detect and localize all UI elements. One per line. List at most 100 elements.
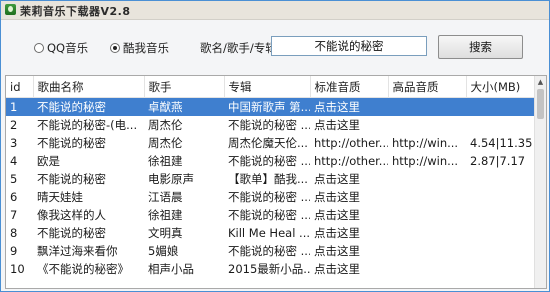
cell-album: 2015最新小品... <box>228 262 310 276</box>
cell-high-quality <box>388 188 466 206</box>
table-row[interactable]: 8 不能说的秘密 文明真 Kill Me Heal ... 点击这里 <box>6 224 534 242</box>
title-bar: 茉莉音乐下载器V2.8 <box>1 1 549 20</box>
search-input[interactable] <box>271 36 427 56</box>
column-header-size[interactable]: 大小(MB) <box>466 76 535 98</box>
app-logo-icon <box>5 4 16 15</box>
cell-id: 2 <box>10 118 18 132</box>
table-row[interactable]: 10 《不能说的秘密》 相声小品 2015最新小品... 点击这里 <box>6 260 534 278</box>
cell-album: Kill Me Heal ... <box>228 226 310 240</box>
app-window: 茉莉音乐下载器V2.8 QQ音乐 酷我音乐 歌名/歌手/专辑: 搜索 id 歌曲… <box>0 0 550 292</box>
cell-size <box>466 224 534 242</box>
scrollbar-thumb[interactable] <box>537 89 544 119</box>
cell-id: 7 <box>10 208 18 222</box>
column-header-album[interactable]: 专辑 <box>224 76 311 98</box>
search-label: 歌名/歌手/专辑: <box>200 41 281 55</box>
cell-id: 5 <box>10 172 18 186</box>
column-header-id[interactable]: id <box>6 76 34 98</box>
cell-album: 不能说的秘密 ... <box>228 190 310 204</box>
column-header-song[interactable]: 歌曲名称 <box>33 76 145 98</box>
cell-album: 不能说的秘密 ... <box>228 244 310 258</box>
cell-album: 不能说的秘密 ... <box>228 208 310 222</box>
radio-circle-icon <box>34 43 44 53</box>
cell-song: 不能说的秘密-(电... <box>37 118 138 132</box>
column-header-artist[interactable]: 歌手 <box>144 76 225 98</box>
cell-size <box>466 206 534 224</box>
cell-song: 不能说的秘密 <box>37 226 106 240</box>
cell-size <box>466 188 534 206</box>
window-title: 茉莉音乐下载器V2.8 <box>20 5 131 18</box>
cell-song: 《不能说的秘密》 <box>37 262 129 276</box>
search-bar: QQ音乐 酷我音乐 歌名/歌手/专辑: 搜索 <box>1 20 549 72</box>
search-button[interactable]: 搜索 <box>438 35 523 59</box>
cell-high-quality <box>388 116 466 134</box>
cell-high-quality <box>388 224 466 242</box>
cell-song: 欧是 <box>37 154 60 168</box>
cell-standard-quality: http://other... <box>314 154 388 168</box>
cell-standard-quality: 点击这里 <box>310 97 388 116</box>
cell-standard-quality: 点击这里 <box>314 262 360 276</box>
cell-size <box>466 260 534 278</box>
cell-artist: 相声小品 <box>148 262 194 276</box>
table-row[interactable]: 1 不能说的秘密 卓猷燕 中国新歌声 第... 点击这里 <box>6 97 534 116</box>
column-header-high-quality[interactable]: 高品音质 <box>388 76 467 98</box>
cell-album: 不能说的秘密 ... <box>228 118 310 132</box>
cell-album: 周杰伦魔天伦... <box>228 136 308 150</box>
cell-album: 中国新歌声 第... <box>224 97 310 116</box>
cell-id: 6 <box>10 190 18 204</box>
cell-size <box>466 97 534 116</box>
table-row[interactable]: 2 不能说的秘密-(电... 周杰伦 不能说的秘密 ... 点击这里 <box>6 116 534 134</box>
table-row[interactable]: 4 欧是 徐祖建 不能说的秘密 ... http://other... http://wi… <box>6 152 534 170</box>
cell-id: 9 <box>10 244 18 258</box>
cell-size <box>466 242 534 260</box>
radio-kuwo-music[interactable]: 酷我音乐 <box>110 40 169 56</box>
radio-label: QQ音乐 <box>47 41 89 55</box>
cell-artist: 卓猷燕 <box>144 97 224 116</box>
cell-artist: 徐祖建 <box>148 208 183 222</box>
cell-high-quality <box>388 242 466 260</box>
cell-artist: 江语晨 <box>148 190 183 204</box>
cell-standard-quality: 点击这里 <box>314 226 360 240</box>
cell-song: 飘洋过海来看你 <box>37 244 118 258</box>
cell-id: 8 <box>10 226 18 240</box>
cell-size: 2.87|7.17 <box>470 154 526 168</box>
cell-high-quality <box>388 206 466 224</box>
cell-artist: 周杰伦 <box>148 136 183 150</box>
cell-album: 不能说的秘密 ... <box>228 154 310 168</box>
cell-standard-quality: 点击这里 <box>314 190 360 204</box>
cell-song: 不能说的秘密 <box>37 136 106 150</box>
cell-artist: 周杰伦 <box>148 118 183 132</box>
radio-qq-music[interactable]: QQ音乐 <box>34 40 88 56</box>
cell-high-quality <box>388 97 466 116</box>
cell-id: 4 <box>10 154 18 168</box>
cell-id: 3 <box>10 136 18 150</box>
cell-artist: 5媚娘 <box>148 244 179 258</box>
cell-song: 晴天娃娃 <box>37 190 83 204</box>
cell-high-quality: http://win... <box>392 136 459 150</box>
cell-standard-quality: 点击这里 <box>314 172 360 186</box>
cell-id: 1 <box>6 97 33 116</box>
cell-id: 10 <box>10 262 25 276</box>
cell-artist: 电影原声 <box>148 172 194 186</box>
cell-size <box>466 116 534 134</box>
column-header-standard-quality[interactable]: 标准音质 <box>310 76 389 98</box>
cell-high-quality: http://win... <box>392 154 459 168</box>
table-row[interactable]: 6 晴天娃娃 江语晨 不能说的秘密 ... 点击这里 <box>6 188 534 206</box>
table-row[interactable]: 5 不能说的秘密 电影原声 【歌单】酷我... 点击这里 <box>6 170 534 188</box>
radio-selected-icon <box>110 43 120 53</box>
table-row[interactable]: 9 飘洋过海来看你 5媚娘 不能说的秘密 ... 点击这里 <box>6 242 534 260</box>
cell-standard-quality: 点击这里 <box>314 244 360 258</box>
cell-size: 4.54|11.35 <box>470 136 533 150</box>
cell-size <box>466 170 534 188</box>
cell-artist: 文明真 <box>148 226 183 240</box>
cell-high-quality <box>388 260 466 278</box>
scroll-up-arrow-icon[interactable]: ▲ <box>535 76 546 88</box>
vertical-scrollbar[interactable]: ▲ <box>534 76 546 288</box>
table-row[interactable]: 7 像我这样的人 徐祖建 不能说的秘密 ... 点击这里 <box>6 206 534 224</box>
results-table: id 歌曲名称 歌手 专辑 标准音质 高品音质 大小(MB) 1 不能说的秘密 卓猷… <box>5 75 547 289</box>
table-row[interactable]: 3 不能说的秘密 周杰伦 周杰伦魔天伦... http://other... http:/… <box>6 134 534 152</box>
cell-standard-quality: http://other... <box>314 136 388 150</box>
cell-artist: 徐祖建 <box>148 154 183 168</box>
results-grid: id 歌曲名称 歌手 专辑 标准音质 高品音质 大小(MB) 1 不能说的秘密 卓猷… <box>6 76 535 278</box>
radio-label: 酷我音乐 <box>123 41 169 55</box>
cell-standard-quality: 点击这里 <box>314 118 360 132</box>
